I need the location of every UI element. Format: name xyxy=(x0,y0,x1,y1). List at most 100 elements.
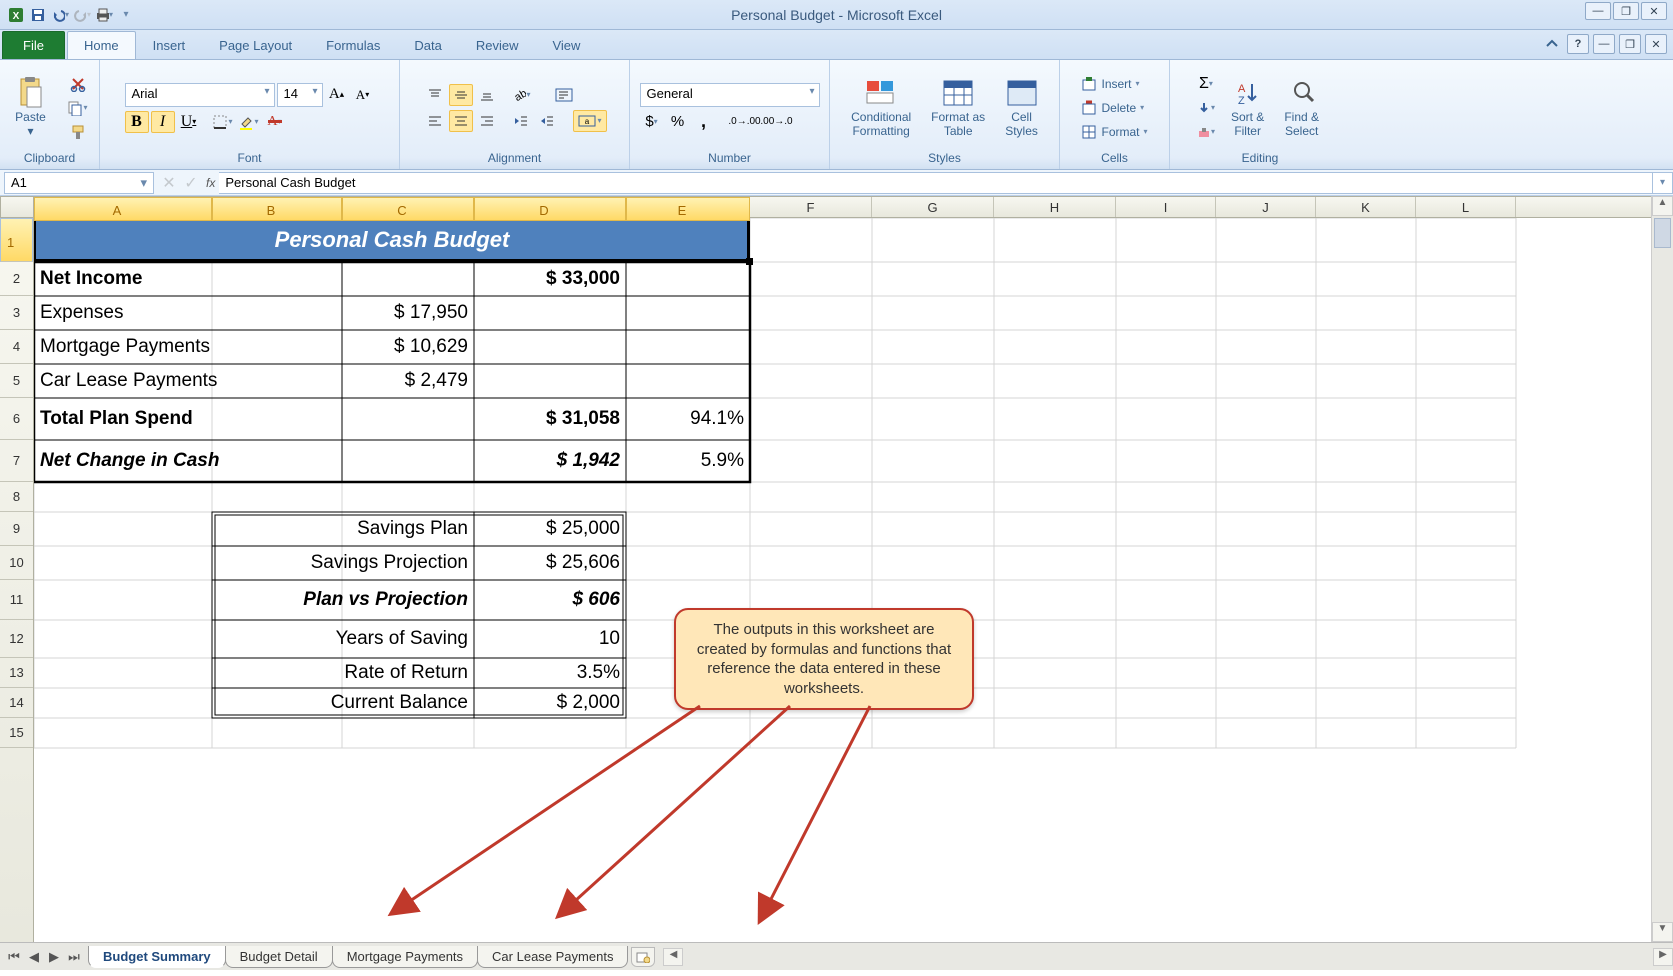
increase-font-icon[interactable]: A▴ xyxy=(325,84,349,106)
fill-color-button[interactable]: ▾ xyxy=(237,111,261,133)
cell-B12[interactable]: Years of Saving xyxy=(218,628,468,650)
redo-icon[interactable]: ▾ xyxy=(72,5,92,25)
sheet-tab-budget-detail[interactable]: Budget Detail xyxy=(225,946,333,968)
align-center-icon[interactable] xyxy=(449,110,473,132)
sort-filter-button[interactable]: AZSort & Filter xyxy=(1224,72,1271,142)
row-header-14[interactable]: 14 xyxy=(0,688,33,718)
column-header-I[interactable]: I xyxy=(1116,197,1216,217)
orientation-icon[interactable]: ab▾ xyxy=(509,84,533,106)
row-header-9[interactable]: 9 xyxy=(0,512,33,546)
excel-icon[interactable]: X xyxy=(6,5,26,25)
insert-cells-button[interactable]: Insert ▾ xyxy=(1076,73,1144,95)
sheet-tab-car-lease-payments[interactable]: Car Lease Payments xyxy=(477,946,628,968)
conditional-formatting-button[interactable]: Conditional Formatting xyxy=(844,72,918,142)
cancel-formula-icon[interactable]: ✕ xyxy=(158,172,180,194)
vertical-scrollbar[interactable]: ▲ ▼ xyxy=(1651,196,1673,942)
row-header-4[interactable]: 4 xyxy=(0,330,33,364)
cell-D6[interactable]: $ 31,058 xyxy=(480,408,620,430)
decrease-decimal-icon[interactable]: .00→.0 xyxy=(762,111,792,133)
cell-A3[interactable]: Expenses xyxy=(40,302,336,324)
tab-page-layout[interactable]: Page Layout xyxy=(202,31,309,59)
row-header-3[interactable]: 3 xyxy=(0,296,33,330)
sheet-nav-next-icon[interactable]: ▶ xyxy=(44,947,64,967)
row-header-1[interactable]: 1 xyxy=(0,218,33,262)
tab-data[interactable]: Data xyxy=(397,31,458,59)
row-header-8[interactable]: 8 xyxy=(0,482,33,512)
insert-sheet-button[interactable] xyxy=(631,947,655,967)
print-icon[interactable]: ▾ xyxy=(94,5,114,25)
cell-A7[interactable]: Net Change in Cash xyxy=(40,450,336,472)
cell-A4[interactable]: Mortgage Payments xyxy=(40,336,336,358)
tab-formulas[interactable]: Formulas xyxy=(309,31,397,59)
maximize-button[interactable]: ❐ xyxy=(1613,2,1639,20)
cut-icon[interactable] xyxy=(64,73,92,95)
italic-button[interactable]: I xyxy=(151,111,175,133)
cell-A5[interactable]: Car Lease Payments xyxy=(40,370,336,392)
sheet-tab-mortgage-payments[interactable]: Mortgage Payments xyxy=(332,946,478,968)
minimize-ribbon-icon[interactable] xyxy=(1541,34,1563,54)
tab-home[interactable]: Home xyxy=(67,31,136,59)
column-header-G[interactable]: G xyxy=(872,197,994,217)
cell-E6[interactable]: 94.1% xyxy=(632,408,744,430)
row-header-2[interactable]: 2 xyxy=(0,262,33,296)
tab-insert[interactable]: Insert xyxy=(136,31,203,59)
file-tab[interactable]: File xyxy=(2,31,65,59)
merge-center-button[interactable]: a▾ xyxy=(573,110,607,132)
bold-button[interactable]: B xyxy=(125,111,149,133)
minimize-button[interactable]: — xyxy=(1585,2,1611,20)
formula-input[interactable]: Personal Cash Budget xyxy=(219,172,1653,194)
column-header-F[interactable]: F xyxy=(750,197,872,217)
cell-D14[interactable]: $ 2,000 xyxy=(480,692,620,714)
sheet-nav-first-icon[interactable]: ⏮ xyxy=(4,947,24,967)
sheet-nav-last-icon[interactable]: ⏭ xyxy=(64,947,84,967)
font-name-select[interactable]: Arial xyxy=(125,83,275,107)
scroll-thumb[interactable] xyxy=(1654,218,1671,248)
fill-button[interactable]: ▾ xyxy=(1194,97,1218,119)
cell-D10[interactable]: $ 25,606 xyxy=(480,552,620,574)
tab-review[interactable]: Review xyxy=(459,31,536,59)
cell-D12[interactable]: 10 xyxy=(480,628,620,650)
cells-area[interactable]: Personal Cash Budget Net Income$ 33,000E… xyxy=(34,218,1651,942)
help-icon[interactable]: ? xyxy=(1567,34,1589,54)
cell-D7[interactable]: $ 1,942 xyxy=(480,450,620,472)
increase-decimal-icon[interactable]: .0→.00 xyxy=(730,111,760,133)
qat-customize-icon[interactable]: ▾ xyxy=(116,5,136,25)
cell-D9[interactable]: $ 25,000 xyxy=(480,518,620,540)
workbook-minimize-button[interactable]: — xyxy=(1593,34,1615,54)
column-header-A[interactable]: A xyxy=(34,197,212,221)
column-header-B[interactable]: B xyxy=(212,197,342,221)
name-box[interactable]: A1▾ xyxy=(4,172,154,194)
fx-icon[interactable]: fx xyxy=(206,176,215,190)
row-header-12[interactable]: 12 xyxy=(0,620,33,658)
paste-button[interactable]: Paste ▾ xyxy=(8,72,54,142)
save-icon[interactable] xyxy=(28,5,48,25)
autosum-button[interactable]: Σ▾ xyxy=(1194,73,1218,95)
copy-icon[interactable]: ▾ xyxy=(64,97,92,119)
underline-button[interactable]: U▾ xyxy=(177,111,201,133)
cell-B11[interactable]: Plan vs Projection xyxy=(218,589,468,611)
row-header-7[interactable]: 7 xyxy=(0,440,33,482)
borders-button[interactable]: ▾ xyxy=(211,111,235,133)
cell-C3[interactable]: $ 17,950 xyxy=(348,302,468,324)
row-header-10[interactable]: 10 xyxy=(0,546,33,580)
row-header-5[interactable]: 5 xyxy=(0,364,33,398)
column-header-L[interactable]: L xyxy=(1416,197,1516,217)
workbook-close-button[interactable]: ✕ xyxy=(1645,34,1667,54)
row-header-6[interactable]: 6 xyxy=(0,398,33,440)
cell-D13[interactable]: 3.5% xyxy=(480,662,620,684)
expand-formula-bar-icon[interactable]: ▾ xyxy=(1653,172,1673,194)
cell-A6[interactable]: Total Plan Spend xyxy=(40,408,336,430)
font-size-select[interactable]: 14 xyxy=(277,83,323,107)
row-header-13[interactable]: 13 xyxy=(0,658,33,688)
cell-B9[interactable]: Savings Plan xyxy=(218,518,468,540)
cell-styles-button[interactable]: Cell Styles xyxy=(998,72,1045,142)
hscroll-right-button[interactable]: ▶ xyxy=(1653,948,1673,966)
undo-icon[interactable]: ▾ xyxy=(50,5,70,25)
wrap-text-icon[interactable] xyxy=(547,84,581,106)
comma-format-icon[interactable]: , xyxy=(692,111,716,133)
sheet-nav-prev-icon[interactable]: ◀ xyxy=(24,947,44,967)
title-cell[interactable]: Personal Cash Budget xyxy=(34,218,750,262)
align-middle-icon[interactable] xyxy=(449,84,473,106)
column-header-C[interactable]: C xyxy=(342,197,474,221)
decrease-font-icon[interactable]: A▾ xyxy=(351,84,375,106)
